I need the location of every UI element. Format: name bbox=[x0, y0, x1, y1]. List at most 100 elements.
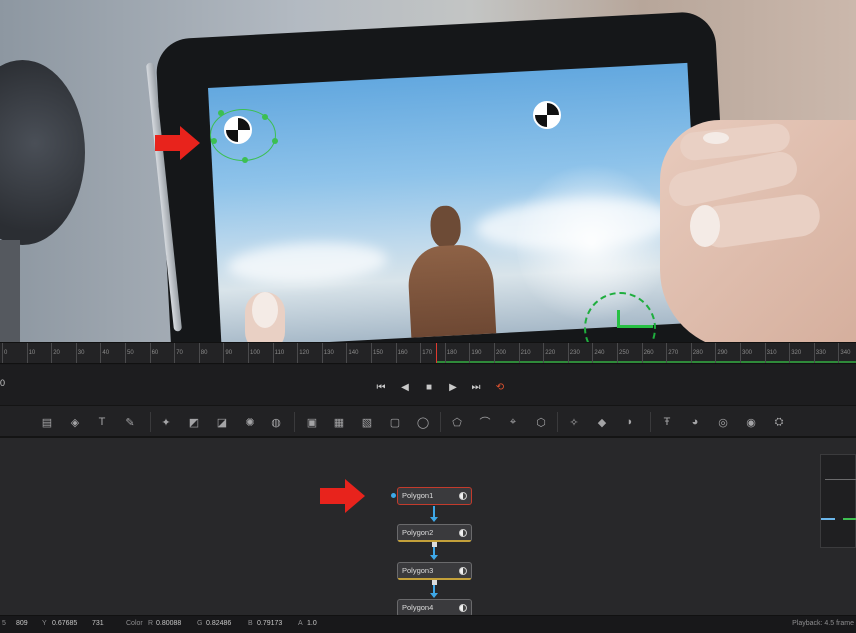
camera3d-icon[interactable]: ◗ bbox=[622, 414, 638, 430]
playback-readout: Playback: 4.5 frame bbox=[792, 620, 854, 627]
polygon-icon[interactable]: ⬠ bbox=[449, 414, 465, 430]
renderer3d-icon[interactable]: ◉ bbox=[743, 414, 759, 430]
ruler-tick bbox=[26, 343, 28, 363]
go-to-end-button[interactable]: ⏭ bbox=[469, 380, 483, 394]
current-frame-field[interactable]: 0 bbox=[0, 378, 5, 388]
step-back-button[interactable]: ◀ bbox=[398, 380, 412, 394]
ruler-label: 190 bbox=[471, 350, 482, 356]
y-value: 0.67685 bbox=[52, 620, 78, 627]
blur-icon[interactable]: ◍ bbox=[268, 414, 284, 430]
ruler-label: 290 bbox=[717, 350, 728, 356]
tracker-handle[interactable] bbox=[617, 325, 653, 328]
tracker-point[interactable] bbox=[262, 114, 268, 120]
r-label: R bbox=[148, 620, 154, 627]
ruler-tick bbox=[223, 343, 225, 363]
tracking-marker-top-right bbox=[533, 101, 561, 129]
node-label: Polygon2 bbox=[402, 528, 434, 537]
brightness-icon[interactable]: ✺ bbox=[242, 414, 258, 430]
node-polygon3[interactable]: Polygon3 bbox=[397, 562, 472, 580]
color-label: Color bbox=[126, 620, 143, 627]
viewer[interactable] bbox=[0, 0, 856, 342]
ruler-label: 100 bbox=[250, 350, 261, 356]
ruler-label: 80 bbox=[200, 350, 208, 356]
time-ruler[interactable]: 0 10 20 30 40 50 60 70 80 90 100 110 120 130 140 150 160… bbox=[0, 342, 856, 364]
ruler-tick bbox=[420, 343, 422, 363]
node-view-toggle-icon[interactable] bbox=[459, 492, 467, 500]
shape3d-icon[interactable]: ◆ bbox=[594, 414, 610, 430]
ruler-tick bbox=[2, 343, 3, 363]
toolbar-separator bbox=[557, 412, 558, 432]
node-navigator[interactable] bbox=[820, 454, 856, 548]
g-label: G bbox=[197, 620, 203, 627]
ruler-label: 230 bbox=[569, 350, 580, 356]
paint-icon[interactable]: ◈ bbox=[67, 414, 83, 430]
ruler-tick bbox=[321, 343, 323, 363]
matte-icon[interactable]: ▦ bbox=[331, 414, 347, 430]
connection-arrow-icon bbox=[430, 593, 438, 598]
bspline-icon[interactable]: ⌒ bbox=[477, 414, 493, 430]
tracker-icon[interactable]: ⌖ bbox=[505, 414, 521, 430]
text-icon[interactable]: T bbox=[94, 414, 110, 430]
node-polygon2[interactable]: Polygon2 bbox=[397, 524, 472, 542]
ruler-tick bbox=[617, 343, 618, 363]
brush-icon[interactable]: ✎ bbox=[122, 414, 138, 430]
ruler-tick bbox=[592, 343, 594, 363]
tracker-point[interactable] bbox=[218, 110, 224, 116]
node-polygon1[interactable]: Polygon1 bbox=[397, 487, 472, 505]
x-label: 5 bbox=[2, 620, 6, 627]
ruler-tick bbox=[248, 343, 249, 363]
ruler-label: 220 bbox=[545, 350, 556, 356]
background-icon[interactable]: ▤ bbox=[39, 414, 55, 430]
toolbar-separator bbox=[650, 412, 651, 432]
channel-icon[interactable]: ▧ bbox=[359, 414, 375, 430]
ruler-label: 320 bbox=[791, 350, 802, 356]
planar-icon[interactable]: ⬡ bbox=[533, 414, 549, 430]
ruler-label: 340 bbox=[840, 350, 851, 356]
node-label: Polygon4 bbox=[402, 603, 434, 612]
y-label: Y bbox=[42, 620, 47, 627]
playhead[interactable] bbox=[436, 343, 437, 363]
rectangle-icon[interactable]: ▢ bbox=[387, 414, 403, 430]
ruler-label: 120 bbox=[299, 350, 310, 356]
connection-arrow-icon bbox=[430, 517, 438, 522]
ruler-tick bbox=[494, 343, 495, 363]
a-label: A bbox=[298, 620, 303, 627]
node-editor[interactable]: Polygon1 Polygon2 Polygon3 Polygon4 bbox=[0, 437, 856, 617]
environment-icon[interactable]: ⛭ bbox=[771, 414, 787, 430]
ruler-label: 20 bbox=[53, 350, 60, 356]
node-view-toggle-icon[interactable] bbox=[459, 604, 467, 612]
x-value: 809 bbox=[16, 620, 28, 627]
ellipse-icon[interactable]: ◯ bbox=[415, 414, 431, 430]
tracker-handle[interactable] bbox=[617, 310, 620, 328]
go-to-start-button[interactable]: ⏮ bbox=[374, 380, 388, 394]
tracking-marker-top-left bbox=[224, 116, 252, 144]
particles-icon[interactable]: ✧ bbox=[566, 414, 582, 430]
ruler-tick bbox=[346, 343, 348, 363]
light3d-icon[interactable]: ◕ bbox=[687, 414, 703, 430]
transform-icon[interactable]: ✦ bbox=[158, 414, 174, 430]
node-view-toggle-icon[interactable] bbox=[459, 567, 467, 575]
node-input-port[interactable] bbox=[391, 493, 396, 498]
merge3d-icon[interactable]: ◎ bbox=[715, 414, 731, 430]
ruler-tick bbox=[297, 343, 299, 363]
ruler-tick bbox=[789, 343, 791, 363]
tracker-point[interactable] bbox=[211, 138, 217, 144]
stop-button[interactable]: ■ bbox=[422, 380, 436, 394]
gradient-icon[interactable]: ◩ bbox=[186, 414, 202, 430]
loop-button[interactable]: ⟲ bbox=[493, 380, 507, 394]
ruler-tick bbox=[444, 343, 446, 363]
merge-icon[interactable]: ▣ bbox=[304, 414, 320, 430]
ruler-label: 130 bbox=[323, 350, 334, 356]
ruler-label: 300 bbox=[742, 350, 753, 356]
text3d-icon[interactable]: Ŧ bbox=[659, 414, 675, 430]
ruler-label: 150 bbox=[373, 350, 384, 356]
color-corrector-icon[interactable]: ◪ bbox=[214, 414, 230, 430]
node-view-toggle-icon[interactable] bbox=[459, 529, 467, 537]
tracker-point[interactable] bbox=[272, 138, 278, 144]
ruler-tick bbox=[51, 343, 53, 363]
tracker-point[interactable] bbox=[242, 157, 248, 163]
ruler-tick bbox=[690, 343, 692, 363]
play-button[interactable]: ▶ bbox=[446, 380, 460, 394]
r-value: 0.80088 bbox=[156, 620, 182, 627]
toolbar-separator bbox=[294, 412, 295, 432]
